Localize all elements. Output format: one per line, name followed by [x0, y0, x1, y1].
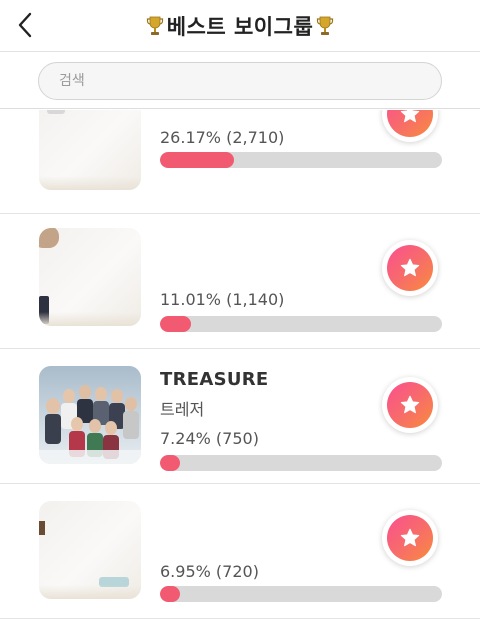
vote-percentage: 11.01% (1,140) — [160, 290, 285, 309]
group-name: TREASURE — [160, 369, 269, 390]
group-thumbnail — [39, 110, 141, 190]
vote-percentage: 7.24% (750) — [160, 429, 259, 448]
top-bar: 베스트 보이그룹 — [0, 0, 480, 52]
group-name-korean: 트레저 — [160, 400, 205, 419]
star-icon — [400, 395, 420, 414]
vote-progress-bar — [160, 316, 442, 332]
group-thumbnail — [39, 501, 141, 599]
page-title-group: 베스트 보이그룹 — [146, 11, 335, 41]
trophy-icon — [146, 14, 164, 38]
vote-percentage: 6.95% (720) — [160, 562, 259, 581]
vote-button[interactable] — [382, 510, 438, 566]
vote-progress-bar — [160, 586, 442, 602]
chevron-left-icon — [18, 12, 32, 38]
vote-progress-fill — [160, 152, 234, 168]
page-title: 베스트 보이그룹 — [166, 14, 314, 39]
star-icon — [400, 258, 420, 277]
star-icon — [400, 110, 420, 123]
trophy-icon — [316, 14, 334, 38]
group-thumbnail — [39, 228, 141, 326]
search-bar — [0, 53, 480, 109]
group-thumbnail — [39, 366, 141, 464]
vote-progress-fill — [160, 316, 192, 332]
group-photo — [39, 366, 141, 464]
back-button[interactable] — [14, 10, 36, 40]
vote-button[interactable] — [382, 240, 438, 296]
vote-button[interactable] — [382, 377, 438, 433]
vote-percentage: 26.17% (2,710) — [160, 128, 285, 147]
vote-button[interactable] — [382, 110, 438, 142]
search-input[interactable] — [38, 62, 442, 100]
vote-progress-fill — [160, 455, 181, 471]
vote-progress-bar — [160, 152, 442, 168]
vote-progress-bar — [160, 455, 442, 471]
list-item[interactable]: 26.17% (2,710) — [0, 110, 480, 214]
list-item[interactable]: 11.01% (1,140) — [0, 214, 480, 349]
star-icon — [400, 528, 420, 547]
ranking-list: 26.17% (2,710) 11.01% (1,140) TREASURE 트… — [0, 110, 480, 626]
vote-progress-fill — [160, 586, 180, 602]
list-item[interactable]: TREASURE 트레저 7.24% (750) — [0, 349, 480, 484]
list-item[interactable]: 6.95% (720) — [0, 484, 480, 619]
